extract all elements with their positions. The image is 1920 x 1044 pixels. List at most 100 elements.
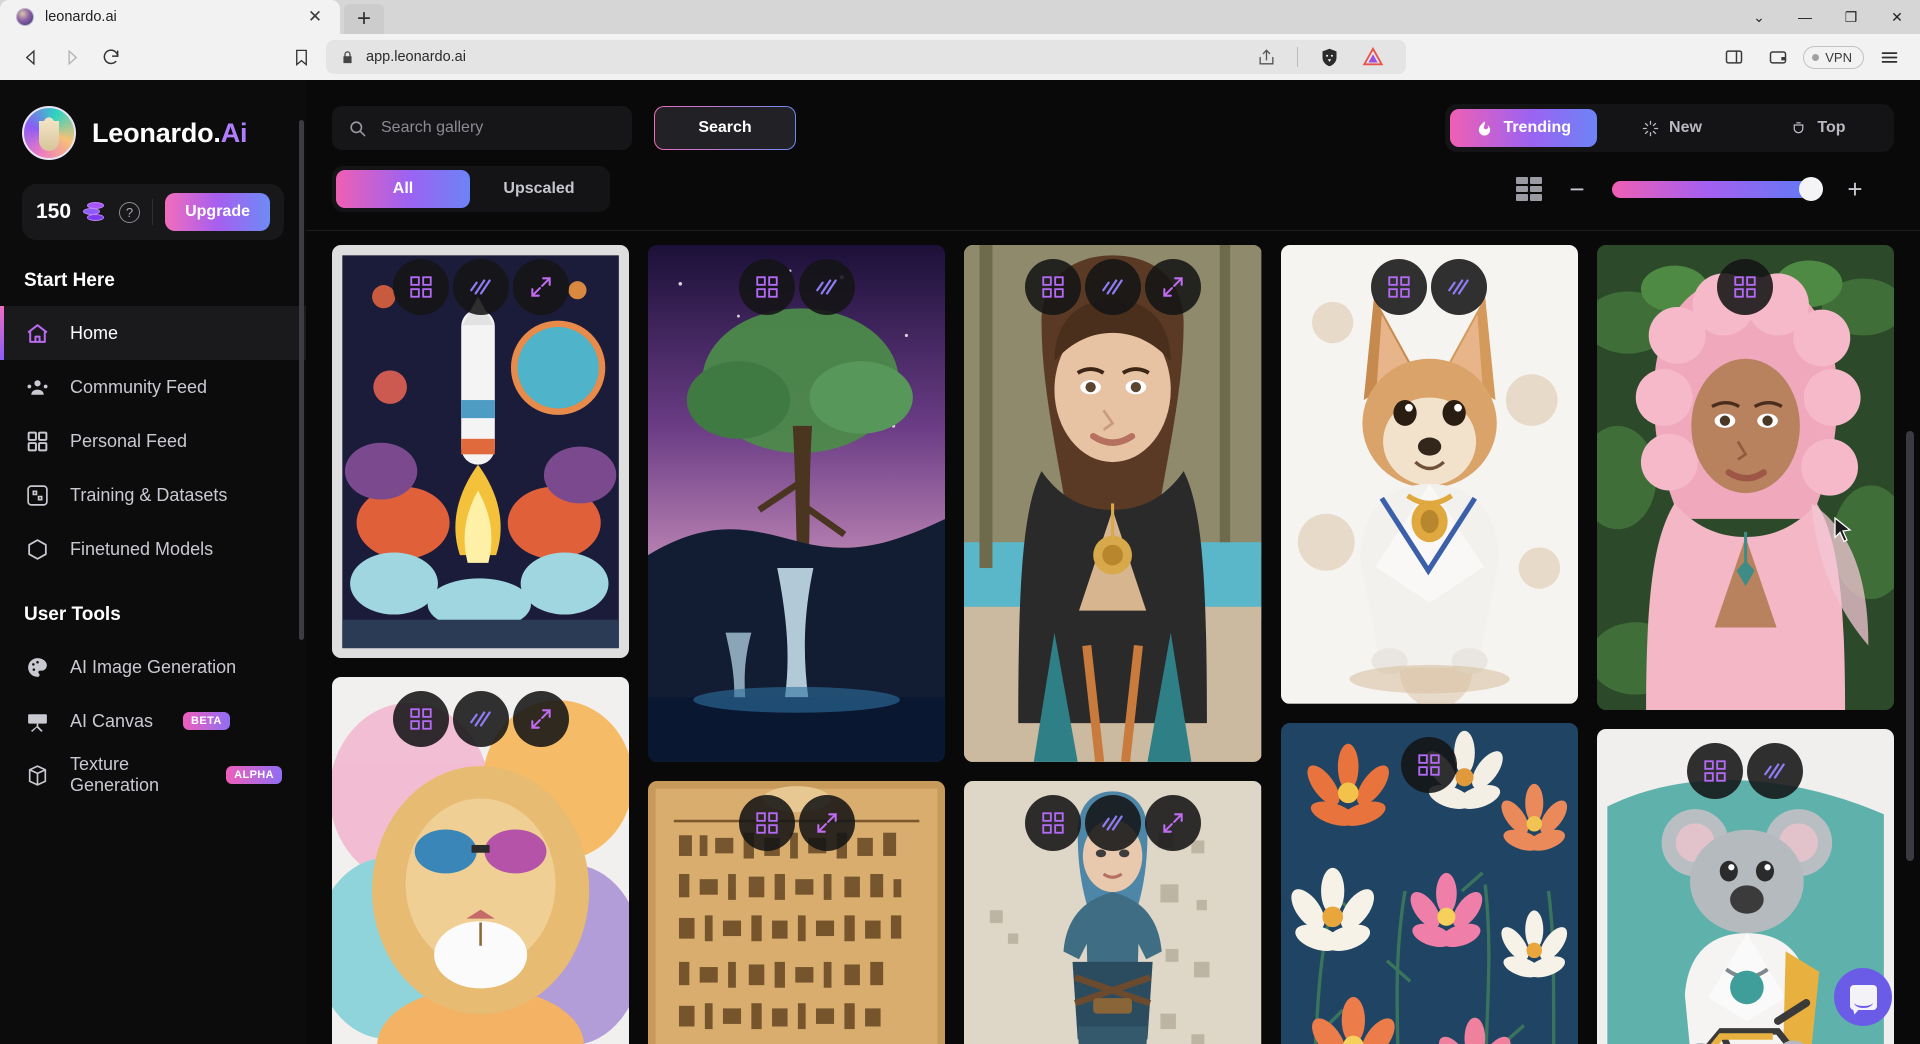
chevron-down-icon[interactable]: ⌄ bbox=[1736, 0, 1782, 34]
card-actions bbox=[648, 259, 945, 315]
motion-icon[interactable] bbox=[798, 259, 855, 315]
upscale-icon[interactable] bbox=[738, 259, 795, 315]
sidebar-item-home[interactable]: Home bbox=[0, 306, 306, 360]
sidebar-item-personal-feed[interactable]: Personal Feed bbox=[0, 414, 306, 468]
motion-icon[interactable] bbox=[1747, 743, 1804, 800]
address-bar[interactable]: app.leonardo.ai bbox=[326, 40, 1406, 74]
sidebar-item-label: Community Feed bbox=[70, 376, 208, 397]
card-actions bbox=[1597, 259, 1894, 315]
wallet-icon[interactable] bbox=[1759, 40, 1797, 74]
cube-icon bbox=[24, 536, 50, 562]
upscale-icon[interactable] bbox=[1371, 259, 1428, 315]
gallery-card[interactable] bbox=[1280, 722, 1578, 1044]
tab-trending[interactable]: Trending bbox=[1450, 109, 1597, 147]
sidebar-item-texture-generation[interactable]: Texture Generation ALPHA bbox=[0, 748, 306, 802]
back-arrow-icon[interactable] bbox=[12, 40, 50, 74]
maximize-button[interactable]: ❐ bbox=[1828, 0, 1874, 34]
tab-top[interactable]: Top bbox=[1747, 109, 1889, 147]
zoom-in-button[interactable]: + bbox=[1844, 176, 1866, 202]
gallery-card[interactable] bbox=[332, 677, 630, 1044]
gallery-scrollbar[interactable] bbox=[1906, 431, 1914, 861]
upscale-icon[interactable] bbox=[392, 691, 449, 748]
gallery[interactable] bbox=[306, 231, 1920, 1044]
expand-icon[interactable] bbox=[1144, 794, 1201, 851]
card-actions bbox=[648, 794, 945, 851]
upscale-icon[interactable] bbox=[1687, 743, 1744, 800]
gallery-card[interactable] bbox=[648, 780, 946, 1044]
zoom-slider[interactable] bbox=[1612, 177, 1823, 201]
filter-tab-upscaled[interactable]: Upscaled bbox=[472, 170, 606, 208]
sidebar-item-community-feed[interactable]: Community Feed bbox=[0, 360, 306, 414]
close-icon[interactable]: ✕ bbox=[304, 6, 326, 28]
browser-tab[interactable]: leonardo.ai ✕ bbox=[0, 0, 340, 34]
expand-icon[interactable] bbox=[512, 691, 569, 748]
upgrade-button[interactable]: Upgrade bbox=[165, 193, 270, 231]
search-button[interactable]: Search bbox=[654, 106, 796, 150]
brand-name-suffix: Ai bbox=[220, 117, 248, 148]
vpn-status-dot bbox=[1812, 53, 1820, 61]
hamburger-menu-icon[interactable] bbox=[1870, 40, 1908, 74]
upscale-icon[interactable] bbox=[1024, 259, 1081, 315]
sidebar-item-label: Home bbox=[70, 322, 119, 343]
gallery-card[interactable] bbox=[1280, 245, 1578, 704]
leonardo-logo-icon bbox=[22, 106, 76, 160]
upscale-icon[interactable] bbox=[1024, 794, 1081, 851]
credit-amount: 150 bbox=[36, 200, 72, 223]
zoom-slider-knob[interactable] bbox=[1799, 177, 1823, 201]
motion-icon[interactable] bbox=[452, 691, 509, 748]
brave-rewards-triangle-icon[interactable] bbox=[1354, 40, 1392, 74]
upscale-icon[interactable] bbox=[1717, 259, 1774, 315]
card-actions bbox=[332, 691, 629, 748]
gallery-toolbar: Search gallery Search Trending New Top A… bbox=[306, 80, 1920, 230]
brave-lion-shield-icon[interactable] bbox=[1310, 40, 1348, 74]
forward-arrow-icon[interactable] bbox=[52, 40, 90, 74]
new-tab-button[interactable]: + bbox=[344, 4, 384, 34]
upscale-icon[interactable] bbox=[392, 259, 449, 315]
help-circle-icon[interactable]: ? bbox=[119, 201, 141, 223]
bookmark-icon[interactable] bbox=[282, 40, 320, 74]
gallery-card[interactable] bbox=[964, 245, 1262, 762]
sidebar-item-ai-canvas[interactable]: AI Canvas BETA bbox=[0, 694, 306, 748]
main-content: Search gallery Search Trending New Top A… bbox=[306, 80, 1920, 1044]
gallery-card[interactable] bbox=[1596, 245, 1894, 711]
motion-icon[interactable] bbox=[1084, 794, 1141, 851]
sidebar-scrollbar[interactable] bbox=[299, 120, 304, 640]
palette-icon bbox=[24, 654, 50, 680]
sidebar-item-ai-image-generation[interactable]: AI Image Generation bbox=[0, 640, 306, 694]
vpn-toggle[interactable]: VPN bbox=[1803, 45, 1864, 69]
zoom-controls: − + bbox=[1516, 176, 1894, 202]
expand-icon[interactable] bbox=[512, 259, 569, 315]
status-badge: ALPHA bbox=[226, 766, 282, 784]
tab-new[interactable]: New bbox=[1601, 109, 1743, 147]
motion-icon[interactable] bbox=[1084, 259, 1141, 315]
browser-toolbar-right: VPN bbox=[1715, 40, 1908, 74]
minimize-button[interactable]: — bbox=[1782, 0, 1828, 34]
upscale-icon[interactable] bbox=[738, 794, 795, 851]
search-input[interactable]: Search gallery bbox=[332, 106, 632, 150]
intercom-chat-icon[interactable] bbox=[1834, 968, 1892, 1026]
card-actions bbox=[1597, 743, 1894, 800]
zoom-out-button[interactable]: − bbox=[1566, 176, 1588, 202]
texture-cube-icon bbox=[24, 762, 50, 788]
sidebar-section-heading: Start Here bbox=[24, 270, 115, 291]
filter-tab-all[interactable]: All bbox=[336, 170, 470, 208]
sparkle-icon bbox=[1642, 120, 1659, 136]
sidebar-item-training-datasets[interactable]: Training & Datasets bbox=[0, 468, 306, 522]
expand-icon[interactable] bbox=[1144, 259, 1201, 315]
gallery-card[interactable] bbox=[964, 780, 1262, 1044]
motion-icon[interactable] bbox=[452, 259, 509, 315]
motion-icon[interactable] bbox=[1431, 259, 1488, 315]
expand-icon[interactable] bbox=[798, 794, 855, 851]
credits-divider bbox=[152, 199, 154, 225]
sidebar-item-finetuned-models[interactable]: Finetuned Models bbox=[0, 522, 306, 576]
sidebar-panel-icon[interactable] bbox=[1715, 40, 1753, 74]
grid-layout-icon[interactable] bbox=[1516, 177, 1542, 201]
share-icon[interactable] bbox=[1247, 40, 1285, 74]
brand-name-main: Leonardo. bbox=[92, 117, 221, 148]
brand[interactable]: Leonardo.Ai bbox=[0, 104, 306, 162]
gallery-card[interactable] bbox=[648, 245, 946, 762]
upscale-icon[interactable] bbox=[1401, 736, 1458, 793]
close-window-button[interactable]: ✕ bbox=[1874, 0, 1920, 34]
gallery-card[interactable] bbox=[332, 245, 630, 659]
reload-icon[interactable] bbox=[92, 40, 130, 74]
